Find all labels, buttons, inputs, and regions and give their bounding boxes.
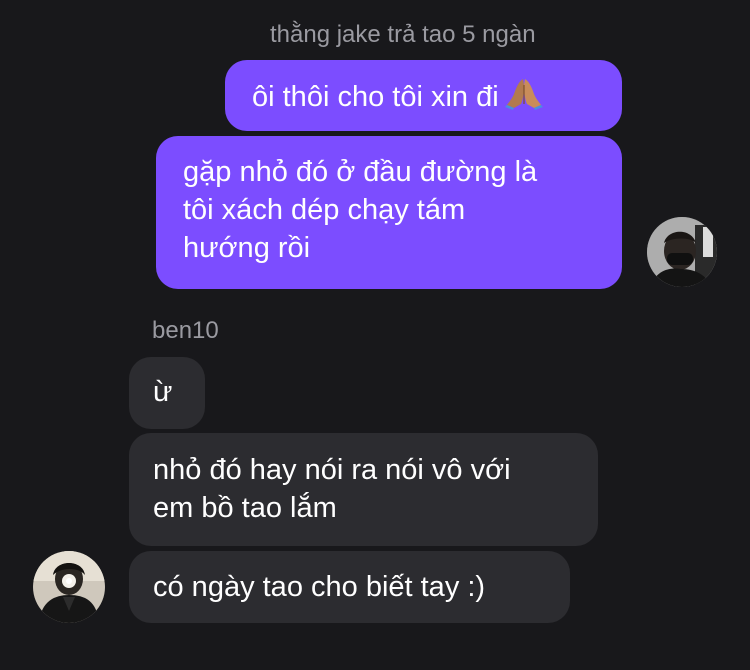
message-text-line: hướng rồi — [183, 232, 311, 264]
incoming-message-bubble[interactable]: nhỏ đó hay nói ra nói vô với em bồ tao l… — [129, 433, 598, 546]
folded-hands-icon — [504, 76, 543, 110]
message-text: ôi thôi cho tôi xin đi — [252, 81, 499, 113]
message-text-line: tôi xách dép chạy tám — [183, 194, 466, 226]
outgoing-message-bubble[interactable]: ôi thôi cho tôi xin đi — [225, 60, 622, 131]
incoming-message-bubble[interactable]: ừ — [129, 357, 205, 429]
incoming-message-bubble[interactable]: có ngày tao cho biết tay :) — [129, 551, 570, 623]
message-text: có ngày tao cho biết tay :) — [153, 571, 486, 603]
message-text-line: em bồ tao lắm — [153, 492, 337, 524]
avatar[interactable] — [647, 217, 717, 287]
message-text: ừ — [153, 376, 173, 408]
outgoing-message-bubble[interactable]: gặp nhỏ đó ở đầu đường là tôi xách dép c… — [156, 136, 622, 289]
message-text-line: gặp nhỏ đó ở đầu đường là — [183, 156, 538, 188]
avatar[interactable] — [33, 551, 105, 623]
message-text-line: nhỏ đó hay nói ra nói vô với — [153, 454, 511, 486]
reply-context-label: thằng jake trả tao 5 ngàn — [270, 21, 536, 48]
sender-name: ben10 — [152, 317, 219, 344]
